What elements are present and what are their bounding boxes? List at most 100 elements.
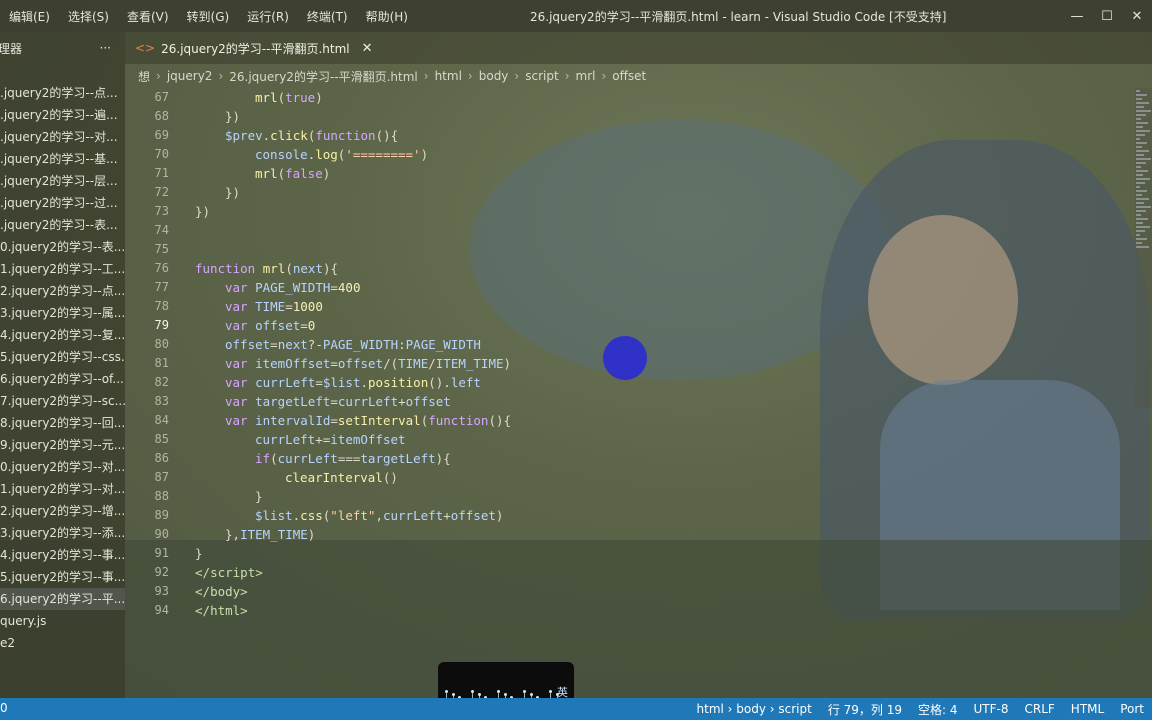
code-line[interactable]: $list.css("left",currLeft+offset) [195,506,511,525]
file-item[interactable]: 3.jquery2的学习--添... [0,522,125,544]
code-token: }) [195,204,211,219]
file-item[interactable]: 0.jquery2的学习--对... [0,456,125,478]
menu-item[interactable]: 选择(S) [59,8,118,25]
code-line[interactable]: currLeft+=itemOffset [195,430,511,449]
file-item[interactable]: 8.jquery2的学习--回... [0,412,125,434]
code-line[interactable]: </body> [195,582,511,601]
code-line[interactable]: </script> [195,563,511,582]
status-port[interactable]: Port [1112,702,1152,716]
code-line[interactable]: if(currLeft===targetLeft){ [195,449,511,468]
code-line[interactable]: } [195,544,511,563]
breadcrumb-item[interactable]: jquery2 [167,69,213,83]
breadcrumb-item[interactable]: mrl [576,69,596,83]
code-token: = [270,337,278,352]
code-line[interactable]: console.log('========') [195,145,511,164]
file-item[interactable]: .jquery2的学习--对... [0,126,125,148]
minimap-line [1136,98,1142,100]
file-item[interactable]: 6.jquery2的学习--平... [0,588,125,610]
code-line[interactable]: $prev.click(function(){ [195,126,511,145]
file-item[interactable]: query.js [0,610,125,632]
file-item[interactable]: 4.jquery2的学习--复... [0,324,125,346]
code-lines[interactable]: mrl(true)}) $prev.click(function(){consol… [195,88,511,620]
breadcrumb-item[interactable]: script [525,69,558,83]
code-line[interactable]: offset=next?-PAGE_WIDTH:PAGE_WIDTH [195,335,511,354]
file-item[interactable]: .jquery2的学习--过... [0,192,125,214]
code-line[interactable]: function mrl(next){ [195,259,511,278]
menu-item[interactable]: 运行(R) [238,8,298,25]
file-item[interactable]: 2.jquery2的学习--增... [0,500,125,522]
menu-item[interactable]: 帮助(H) [357,8,417,25]
code-line[interactable]: var targetLeft=currLeft+offset [195,392,511,411]
menu-item[interactable]: 转到(G) [178,8,239,25]
code-token: ( [270,451,278,466]
code-line[interactable]: var PAGE_WIDTH=400 [195,278,511,297]
code-line[interactable]: var offset=0 [195,316,511,335]
file-item[interactable]: .jquery2的学习--点... [0,82,125,104]
code-token: PAGE_WIDTH [322,337,399,352]
file-item[interactable]: .jquery2的学习--遍... [0,104,125,126]
minimap[interactable] [1135,88,1152,408]
menu-item[interactable]: 编辑(E) [0,8,59,25]
breadcrumb-item[interactable]: html [435,69,462,83]
code-token: function [195,261,263,276]
file-item[interactable]: 9.jquery2的学习--元... [0,434,125,456]
file-item[interactable]: 4.jquery2的学习--事... [0,544,125,566]
breadcrumb-item[interactable]: offset [612,69,646,83]
minimap-line [1136,106,1144,108]
code-line[interactable]: </html> [195,601,511,620]
file-item[interactable]: .jquery2的学习--表... [0,214,125,236]
code-token: 0 [307,318,316,333]
code-line[interactable]: }) [195,183,511,202]
code-token: function [315,128,376,143]
file-item[interactable]: 6.jquery2的学习--of... [0,368,125,390]
code-line[interactable]: mrl(false) [195,164,511,183]
file-item[interactable]: 1.jquery2的学习--工... [0,258,125,280]
code-token: $list [255,508,293,523]
code-line[interactable]: clearInterval() [195,468,511,487]
status-left[interactable]: 0 [0,701,8,715]
minimize-icon[interactable]: — [1062,9,1092,24]
breadcrumb-item[interactable]: body [479,69,509,83]
code-line[interactable]: }) [195,107,511,126]
code-editor[interactable]: 67 68 69 70 71 72 73 74 75 76 77 78 79 80 81 82 83 84 85 86… [125,88,1135,698]
status-cursor-position[interactable]: 行 79，列 19 [820,701,910,718]
file-item[interactable]: .jquery2的学习--层... [0,170,125,192]
menu-item[interactable]: 查看(V) [118,8,178,25]
status-breadcrumb[interactable]: html › body › script [689,702,820,716]
maximize-icon[interactable]: ☐ [1092,9,1122,24]
tab-active-file[interactable]: <> 26.jquery2的学习--平滑翻页.html ✕ [135,32,373,64]
code-line[interactable]: var itemOffset=offset/(TIME/ITEM_TIME) [195,354,511,373]
menu-item[interactable]: 终端(T) [298,8,357,25]
file-item[interactable]: 5.jquery2的学习--事... [0,566,125,588]
code-line[interactable]: mrl(true) [195,88,511,107]
file-item[interactable]: e2 [0,632,125,654]
code-line[interactable]: },ITEM_TIME) [195,525,511,544]
status-eol[interactable]: CRLF [1016,702,1062,716]
line-number: 82 [154,375,169,389]
code-token: script [210,565,256,580]
breadcrumb-item[interactable]: 26.jquery2的学习--平滑翻页.html [229,68,418,85]
status-encoding[interactable]: UTF-8 [966,702,1017,716]
file-item[interactable]: 0.jquery2的学习--表... [0,236,125,258]
file-item[interactable]: 5.jquery2的学习--css... [0,346,125,368]
code-line[interactable] [195,221,511,240]
close-tab-icon[interactable]: ✕ [362,41,373,56]
code-line[interactable]: var TIME=1000 [195,297,511,316]
code-line[interactable]: } [195,487,511,506]
file-item[interactable]: .jquery2的学习--基... [0,148,125,170]
file-item[interactable]: 1.jquery2的学习--对... [0,478,125,500]
status-indentation[interactable]: 空格: 4 [910,701,966,718]
file-item[interactable]: 2.jquery2的学习--点... [0,280,125,302]
minimap-line [1136,226,1150,228]
code-line[interactable] [195,240,511,259]
close-window-icon[interactable]: ✕ [1122,9,1152,24]
code-token: offset [337,356,384,371]
code-line[interactable]: }) [195,202,511,221]
code-line[interactable]: var currLeft=$list.position().left [195,373,511,392]
code-line[interactable]: var intervalId=setInterval(function(){ [195,411,511,430]
file-item[interactable]: 7.jquery2的学习--sc... [0,390,125,412]
more-actions-icon[interactable]: ··· [100,41,111,55]
status-language[interactable]: HTML [1063,702,1112,716]
file-item[interactable]: 3.jquery2的学习--属... [0,302,125,324]
breadcrumb-item[interactable]: 想 [138,68,150,85]
